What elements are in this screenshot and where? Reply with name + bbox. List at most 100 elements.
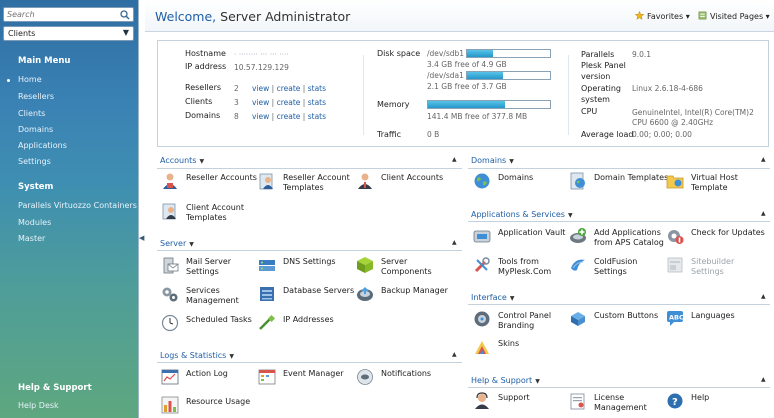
sidebar-item-modules[interactable]: Modules bbox=[18, 218, 51, 227]
section-help-header[interactable]: Help & Support ▼ bbox=[471, 376, 540, 385]
help-support-title: Help & Support bbox=[18, 383, 92, 393]
domains-view-link[interactable]: view bbox=[252, 112, 269, 121]
sidebar-item-master[interactable]: Master bbox=[18, 234, 45, 243]
clock-icon bbox=[161, 314, 179, 332]
disk1-free: 3.4 GB free of 4.9 GB bbox=[427, 60, 507, 69]
panel-version-value: 9.0.1 bbox=[632, 50, 652, 59]
collapse-section-icon[interactable]: ▲ bbox=[761, 210, 766, 217]
license-icon bbox=[570, 393, 585, 410]
database-icon bbox=[260, 287, 274, 301]
sidebar: Clients ▼ Main Menu Home Resellers Clien… bbox=[0, 0, 139, 418]
action-log-icon bbox=[161, 369, 179, 385]
chevron-down-icon: ▼ bbox=[509, 295, 515, 302]
disk2-free: 2.1 GB free of 3.7 GB bbox=[427, 82, 507, 91]
sidebar-item-virtuozzo[interactable]: Parallels Virtuozzo Containers bbox=[18, 201, 137, 210]
event-manager-icon bbox=[258, 369, 276, 385]
traffic-value: 0 B bbox=[427, 130, 440, 139]
clients-view-link[interactable]: view bbox=[252, 98, 269, 107]
resource-usage-icon bbox=[161, 396, 179, 414]
star-icon bbox=[635, 11, 644, 20]
hostname-value: · ········ ··· ··· ···· bbox=[234, 50, 289, 59]
os-value: Linux 2.6.18-4-686 bbox=[632, 84, 703, 93]
sidebar-item-applications[interactable]: Applications bbox=[18, 141, 67, 150]
sidebar-item-resellers[interactable]: Resellers bbox=[18, 92, 54, 101]
section-logs-header[interactable]: Logs & Statistics ▼ bbox=[160, 351, 234, 360]
section-apps-header[interactable]: Applications & Services ▼ bbox=[471, 210, 573, 219]
context-select-value: Clients bbox=[8, 29, 36, 38]
visited-pages-icon bbox=[698, 11, 707, 20]
section-accounts-header[interactable]: Accounts ▼ bbox=[160, 156, 204, 165]
disk1-usage-fill bbox=[467, 50, 493, 57]
sidebar-collapse-handle[interactable]: ◀ bbox=[139, 234, 145, 244]
sidebar-item-home[interactable]: Home bbox=[18, 75, 42, 84]
search-icon[interactable] bbox=[120, 10, 130, 20]
clients-create-link[interactable]: create bbox=[277, 98, 301, 107]
memory-label: Memory bbox=[377, 100, 410, 109]
section-domains-header[interactable]: Domains ▼ bbox=[471, 156, 514, 165]
clients-stats-link[interactable]: stats bbox=[308, 98, 326, 107]
resellers-links: view | create | stats bbox=[252, 84, 327, 93]
search-box bbox=[3, 7, 134, 22]
domains-label: Domains bbox=[185, 111, 221, 120]
average-load-value: 0.00; 0.00; 0.00 bbox=[632, 130, 692, 139]
section-interface-header[interactable]: Interface ▼ bbox=[471, 293, 514, 302]
system-title: System bbox=[18, 182, 54, 192]
sidebar-item-settings[interactable]: Settings bbox=[18, 157, 51, 166]
svg-text:ABC: ABC bbox=[669, 314, 684, 322]
clients-label: Clients bbox=[185, 97, 213, 106]
coldfusion-icon bbox=[571, 259, 585, 271]
resellers-stats-link[interactable]: stats bbox=[308, 84, 326, 93]
folder-icon bbox=[666, 175, 684, 189]
page-title: Welcome, Server Administrator bbox=[155, 9, 350, 24]
favorites-menu[interactable]: Favorites ▾ bbox=[635, 11, 690, 21]
sitebuilder-icon bbox=[667, 257, 683, 273]
context-select[interactable]: Clients ▼ bbox=[3, 26, 134, 41]
aps-catalog-icon bbox=[570, 228, 586, 243]
domains-create-link[interactable]: create bbox=[277, 112, 301, 121]
collapse-section-icon[interactable]: ▲ bbox=[761, 376, 766, 383]
chevron-down-icon: ▼ bbox=[509, 158, 514, 165]
chevron-down-icon: ▼ bbox=[535, 378, 540, 385]
collapse-section-icon[interactable]: ▲ bbox=[452, 351, 457, 358]
domains-links: view | create | stats bbox=[252, 112, 327, 121]
sidebar-item-help-desk[interactable]: Help Desk bbox=[18, 401, 59, 410]
sidebar-item-domains[interactable]: Domains bbox=[18, 125, 53, 134]
tools-icon bbox=[474, 257, 490, 273]
server-components-icon bbox=[357, 257, 373, 273]
resellers-label: Resellers bbox=[185, 83, 222, 92]
help-icon: ? bbox=[667, 393, 683, 409]
client-accounts-icon bbox=[358, 173, 372, 189]
resellers-create-link[interactable]: create bbox=[277, 84, 301, 93]
chevron-down-icon: ▼ bbox=[567, 212, 573, 219]
disk1-name: /dev/sdb1 bbox=[427, 49, 465, 58]
search-input[interactable] bbox=[7, 9, 117, 20]
collapse-section-icon[interactable]: ▲ bbox=[761, 156, 766, 163]
support-icon bbox=[475, 392, 489, 409]
svg-text:?: ? bbox=[672, 397, 678, 408]
chevron-down-icon: ▾ bbox=[685, 12, 690, 21]
page-header: Welcome, Server Administrator Favorites … bbox=[145, 0, 774, 32]
ip-value: 10.57.129.129 bbox=[234, 63, 289, 72]
sidebar-item-clients[interactable]: Clients bbox=[18, 109, 45, 118]
memory-free: 141.4 MB free of 377.8 MB bbox=[427, 112, 528, 121]
resellers-view-link[interactable]: view bbox=[252, 84, 269, 93]
section-divider bbox=[468, 387, 770, 388]
os-label: Operating system bbox=[581, 84, 621, 104]
reseller-accounts-icon bbox=[163, 173, 177, 189]
visited-pages-label: Visited Pages bbox=[710, 12, 764, 21]
memory-usage-fill bbox=[428, 101, 505, 108]
collapse-section-icon[interactable]: ▲ bbox=[761, 293, 766, 300]
section-divider bbox=[468, 168, 770, 169]
section-server-header[interactable]: Server ▼ bbox=[160, 239, 194, 248]
section-divider bbox=[468, 221, 770, 222]
notifications-icon bbox=[357, 369, 373, 385]
domains-stats-link[interactable]: stats bbox=[308, 112, 326, 121]
reseller-templates-icon bbox=[259, 173, 273, 190]
visited-pages-menu[interactable]: Visited Pages ▾ bbox=[698, 11, 770, 21]
collapse-section-icon[interactable]: ▲ bbox=[452, 239, 457, 246]
chevron-down-icon: ▼ bbox=[122, 28, 129, 37]
domains-count: 8 bbox=[234, 112, 239, 121]
backup-icon bbox=[357, 287, 373, 301]
collapse-section-icon[interactable]: ▲ bbox=[452, 156, 457, 163]
section-divider bbox=[157, 168, 462, 169]
